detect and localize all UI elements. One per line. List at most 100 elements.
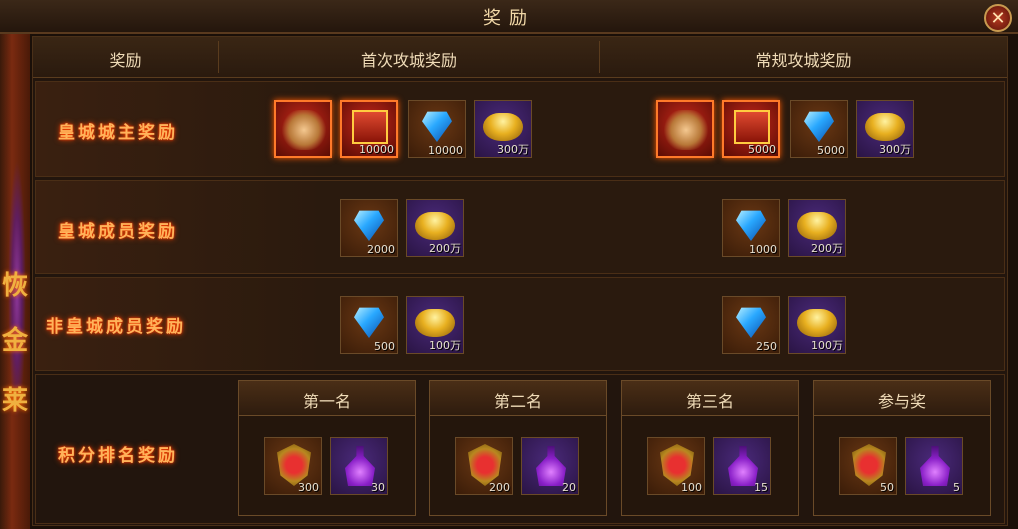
row-label: 皇城城主奖励 [58, 123, 178, 143]
header-first-siege: 首次攻城奖励 [360, 51, 457, 70]
reward-slot[interactable]: 2000 [340, 199, 398, 257]
reward-slot[interactable]: 5000 [722, 100, 780, 158]
title-bar: 奖励 [0, 0, 1018, 34]
item-count: 300万 [879, 143, 911, 156]
dragon-mount-icon [664, 110, 708, 150]
item-count: 50 [880, 481, 894, 494]
medal-shield-icon [468, 444, 502, 486]
gold-ingot-icon [415, 309, 455, 337]
rank-tier-header: 第一名 [239, 381, 415, 416]
item-count: 100 [681, 481, 702, 494]
rank-tier-second: 第二名 200 20 [429, 380, 607, 516]
medal-shield-icon [852, 444, 886, 486]
item-count: 200万 [429, 242, 461, 255]
purple-potion-icon [345, 446, 375, 486]
purple-potion-icon [536, 446, 566, 486]
item-count: 200万 [811, 242, 843, 255]
item-count: 5000 [748, 143, 776, 156]
item-count: 500 [374, 340, 395, 353]
reward-slot[interactable] [656, 100, 714, 158]
gold-ingot-icon [797, 309, 837, 337]
row-label: 皇城成员奖励 [58, 222, 178, 242]
gold-ingot-icon [865, 113, 905, 141]
rank-tier-name: 参与奖 [877, 392, 926, 411]
reward-row-city-lord: 皇城城主奖励 10000 10000 300万 5000 5000 300万 [35, 81, 1005, 177]
medal-shield-icon [660, 444, 694, 486]
reward-slot[interactable] [274, 100, 332, 158]
reward-slot[interactable]: 300万 [474, 100, 532, 158]
window-title: 奖励 [483, 8, 535, 29]
rank-tier-header: 第二名 [430, 381, 606, 416]
medal-shield-icon [277, 444, 311, 486]
reward-slot[interactable]: 1000 [722, 199, 780, 257]
gold-ingot-icon [483, 113, 523, 141]
item-count: 250 [756, 340, 777, 353]
item-count: 10000 [359, 143, 394, 156]
rank-tier-header: 第三名 [622, 381, 798, 416]
row-label: 积分排名奖励 [58, 446, 178, 466]
reward-slot[interactable]: 200万 [788, 199, 846, 257]
diamond-icon [354, 210, 384, 241]
item-count: 1000 [749, 243, 777, 256]
item-count: 30 [371, 481, 385, 494]
gold-ingot-icon [797, 212, 837, 240]
item-count: 5000 [817, 144, 845, 157]
row-label: 非皇城成员奖励 [46, 317, 186, 337]
reward-slot[interactable]: 50 [839, 437, 897, 495]
item-count: 300 [298, 481, 319, 494]
reward-table: 奖励 首次攻城奖励 常规攻城奖励 皇城城主奖励 10000 10000 300万… [32, 36, 1008, 526]
purple-potion-icon [920, 446, 950, 486]
item-count: 2000 [367, 243, 395, 256]
reward-slot[interactable]: 15 [713, 437, 771, 495]
reward-slot[interactable]: 100万 [788, 296, 846, 354]
reward-slot[interactable]: 100万 [406, 296, 464, 354]
reward-slot[interactable]: 200 [455, 437, 513, 495]
diamond-icon [736, 210, 766, 241]
diamond-icon [354, 307, 384, 338]
reward-slot[interactable]: 200万 [406, 199, 464, 257]
item-count: 15 [754, 481, 768, 494]
header-regular-siege: 常规攻城奖励 [755, 51, 852, 70]
item-count: 10000 [428, 144, 463, 157]
rank-tier-third: 第三名 100 15 [621, 380, 799, 516]
item-count: 5 [953, 481, 960, 494]
table-header: 奖励 首次攻城奖励 常规攻城奖励 [33, 37, 1007, 78]
item-count: 300万 [497, 143, 529, 156]
decorative-glyph: 莱 [2, 386, 29, 416]
gold-ingot-icon [415, 212, 455, 240]
red-chest-icon [734, 110, 770, 144]
purple-potion-icon [728, 446, 758, 486]
header-reward: 奖励 [109, 51, 142, 70]
reward-slot[interactable]: 30 [330, 437, 388, 495]
diamond-icon [736, 307, 766, 338]
rank-tier-name: 第二名 [493, 392, 542, 411]
reward-slot[interactable]: 500 [340, 296, 398, 354]
rank-tier-name: 第三名 [685, 392, 734, 411]
item-count: 100万 [429, 339, 461, 352]
reward-slot[interactable]: 300万 [856, 100, 914, 158]
item-count: 200 [489, 481, 510, 494]
item-count: 100万 [811, 339, 843, 352]
rank-tier-name: 第一名 [302, 392, 351, 411]
close-button[interactable]: ✕ [984, 4, 1012, 32]
reward-row-city-member: 皇城成员奖励 2000 200万 1000 200万 [35, 180, 1005, 274]
diamond-icon [422, 111, 452, 142]
item-count: 20 [562, 481, 576, 494]
reward-row-non-member: 非皇城成员奖励 500 100万 250 100万 [35, 277, 1005, 371]
diamond-icon [804, 111, 834, 142]
decorative-glyph: 金 [2, 326, 29, 356]
red-chest-icon [352, 110, 388, 144]
rank-tier-participation: 参与奖 50 5 [813, 380, 991, 516]
rank-tier-header: 参与奖 [814, 381, 990, 416]
rank-tier-first: 第一名 300 30 [238, 380, 416, 516]
reward-slot[interactable]: 300 [264, 437, 322, 495]
decorative-glyph: 恢 [2, 271, 29, 301]
dragon-mount-icon [282, 110, 326, 150]
reward-slot[interactable]: 10000 [340, 100, 398, 158]
reward-slot[interactable]: 10000 [408, 100, 466, 158]
reward-slot[interactable]: 20 [521, 437, 579, 495]
reward-slot[interactable]: 250 [722, 296, 780, 354]
reward-slot[interactable]: 100 [647, 437, 705, 495]
reward-slot[interactable]: 5 [905, 437, 963, 495]
reward-slot[interactable]: 5000 [790, 100, 848, 158]
